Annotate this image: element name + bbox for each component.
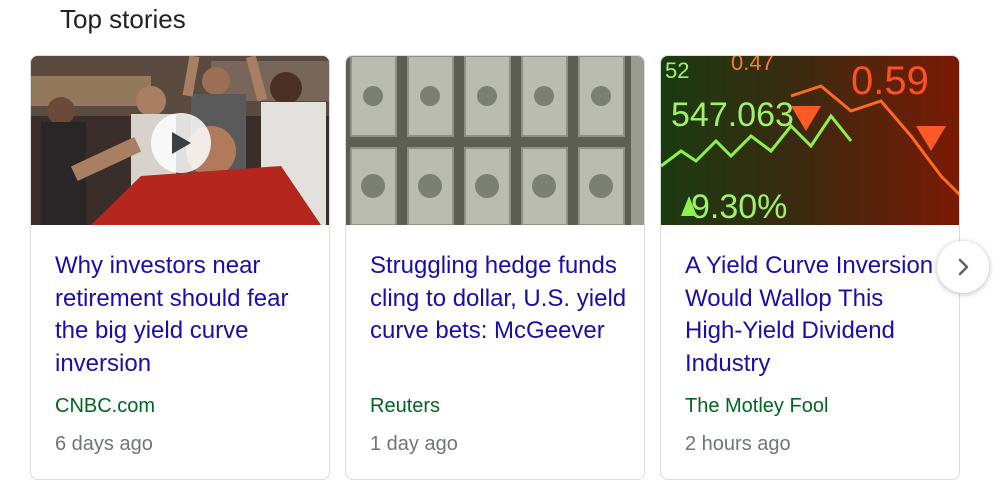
ticker-top: 0.47 <box>731 56 774 75</box>
story-headline[interactable]: A Yield Curve Inversion Would Wallop Thi… <box>685 250 945 380</box>
chevron-right-icon <box>958 258 969 276</box>
story-age: 1 day ago <box>370 433 458 455</box>
story-card[interactable]: Why investors near retirement should fea… <box>30 55 330 480</box>
story-age: 6 days ago <box>55 433 153 455</box>
story-source: The Motley Fool <box>685 395 829 417</box>
ticker-right: 0.59 <box>851 59 929 103</box>
story-age: 2 hours ago <box>685 433 791 455</box>
story-source: CNBC.com <box>55 395 156 417</box>
ticker-percent: 9.30% <box>691 188 787 225</box>
story-headline[interactable]: Why investors near retirement should fea… <box>55 250 315 380</box>
ticker-value: 547.063 <box>671 96 794 134</box>
story-thumbnail[interactable]: 547.063 52 0.47 0.59 9.30% <box>661 56 959 225</box>
story-thumbnail[interactable] <box>31 56 329 225</box>
story-headline[interactable]: Struggling hedge funds cling to dollar, … <box>370 250 630 348</box>
story-card[interactable]: 547.063 52 0.47 0.59 9.30% A Yield Curve… <box>660 55 960 480</box>
story-card[interactable]: Struggling hedge funds cling to dollar, … <box>345 55 645 480</box>
section-title: Top stories <box>60 4 186 34</box>
stock-ticker-image: 547.063 52 0.47 0.59 9.30% <box>661 56 959 225</box>
carousel-next-button[interactable] <box>937 241 989 293</box>
story-source: Reuters <box>370 395 441 417</box>
story-thumbnail[interactable] <box>346 56 644 225</box>
play-video-button[interactable] <box>151 113 211 173</box>
play-icon <box>172 132 191 154</box>
dollar-bills-image <box>346 56 644 225</box>
ticker-small: 52 <box>665 58 689 83</box>
